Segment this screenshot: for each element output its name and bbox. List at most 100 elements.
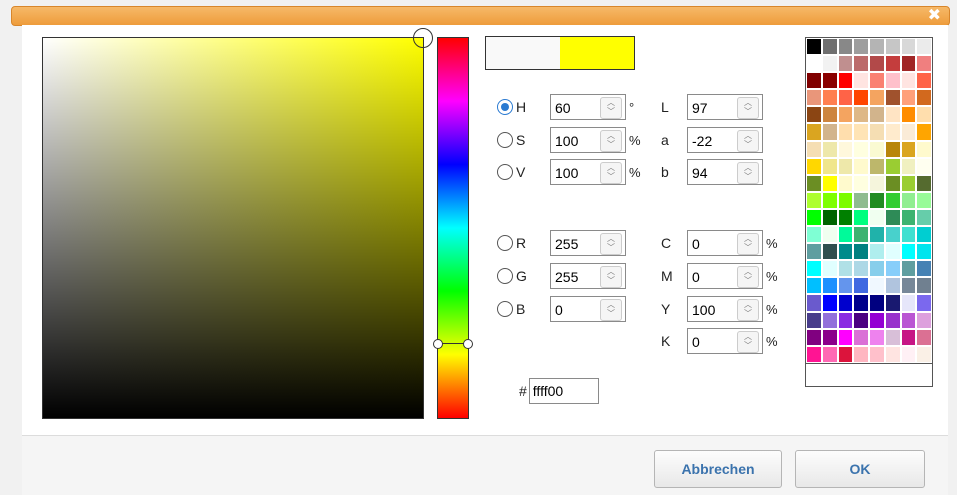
- lab-b-spinner[interactable]: ︿ ﹀: [737, 162, 759, 184]
- palette-swatch[interactable]: [916, 38, 932, 56]
- palette-swatch[interactable]: [884, 38, 901, 56]
- palette-swatch[interactable]: [806, 311, 822, 329]
- palette-swatch[interactable]: [806, 243, 822, 261]
- lab-a-input[interactable]: [688, 128, 740, 154]
- hex-input[interactable]: [528, 378, 599, 404]
- palette-swatch[interactable]: [900, 174, 917, 192]
- palette-swatch[interactable]: [821, 226, 838, 244]
- lab-l-spinner[interactable]: ︿ ﹀: [737, 97, 759, 119]
- palette-swatch[interactable]: [900, 260, 917, 278]
- palette-swatch[interactable]: [821, 140, 838, 158]
- yellow-field[interactable]: ︿﹀: [687, 296, 763, 323]
- palette-swatch[interactable]: [900, 208, 917, 227]
- palette-swatch[interactable]: [821, 191, 838, 209]
- palette-swatch[interactable]: [900, 243, 917, 261]
- palette-swatch[interactable]: [806, 174, 822, 192]
- palette-swatch[interactable]: [884, 243, 901, 261]
- palette-swatch[interactable]: [900, 140, 917, 158]
- palette-swatch[interactable]: [853, 328, 869, 346]
- palette-swatch[interactable]: [869, 38, 885, 56]
- palette-swatch[interactable]: [916, 89, 932, 107]
- palette-swatch[interactable]: [806, 38, 822, 56]
- palette-swatch[interactable]: [900, 123, 917, 141]
- palette-swatch[interactable]: [869, 123, 885, 141]
- palette-swatch[interactable]: [806, 72, 822, 90]
- palette-swatch[interactable]: [821, 89, 838, 107]
- palette-swatch[interactable]: [916, 123, 932, 141]
- palette-swatch[interactable]: [821, 106, 838, 124]
- palette-swatch[interactable]: [821, 345, 838, 363]
- palette-swatch[interactable]: [837, 243, 854, 261]
- palette-swatch[interactable]: [837, 345, 854, 363]
- blue-spinner[interactable]: ︿ ﹀: [600, 299, 622, 321]
- palette-swatch[interactable]: [916, 72, 932, 90]
- palette-swatch[interactable]: [853, 174, 869, 192]
- green-radio[interactable]: [497, 268, 513, 284]
- palette-swatch[interactable]: [853, 294, 869, 312]
- red-spinner[interactable]: ︿ ﹀: [600, 233, 622, 255]
- palette-swatch[interactable]: [821, 72, 838, 90]
- palette-swatch[interactable]: [884, 140, 901, 158]
- palette-swatch[interactable]: [837, 72, 854, 90]
- palette-swatch[interactable]: [869, 55, 885, 73]
- palette-swatch[interactable]: [806, 89, 822, 107]
- palette-swatch[interactable]: [884, 123, 901, 141]
- palette-swatch[interactable]: [806, 294, 822, 312]
- lab-a-field[interactable]: ︿﹀: [687, 127, 763, 154]
- palette-swatch[interactable]: [900, 89, 917, 107]
- palette-swatch[interactable]: [884, 157, 901, 175]
- cancel-button[interactable]: Abbrechen: [654, 450, 782, 488]
- palette-swatch[interactable]: [884, 208, 901, 227]
- palette-swatch[interactable]: [869, 208, 885, 227]
- green-input[interactable]: [551, 264, 603, 290]
- close-icon[interactable]: ✖: [928, 7, 941, 25]
- palette-swatch[interactable]: [806, 226, 822, 244]
- saturation-radio[interactable]: [497, 132, 513, 148]
- blue-radio[interactable]: [497, 301, 513, 317]
- palette-swatch[interactable]: [900, 191, 917, 209]
- palette-swatch[interactable]: [837, 328, 854, 346]
- palette-swatch[interactable]: [884, 277, 901, 295]
- palette-swatch[interactable]: [837, 55, 854, 73]
- hue-slider-handle[interactable]: [433, 339, 473, 349]
- palette-swatch[interactable]: [916, 191, 932, 209]
- palette-swatch[interactable]: [837, 260, 854, 278]
- palette-swatch[interactable]: [853, 89, 869, 107]
- palette-swatch[interactable]: [884, 191, 901, 209]
- hue-radio[interactable]: [497, 99, 513, 115]
- palette-swatch[interactable]: [821, 123, 838, 141]
- palette-swatch[interactable]: [884, 72, 901, 90]
- palette-swatch[interactable]: [900, 226, 917, 244]
- value-input[interactable]: [551, 160, 603, 186]
- palette-swatch[interactable]: [900, 345, 917, 363]
- value-field[interactable]: ︿﹀: [550, 159, 626, 186]
- palette-swatch[interactable]: [916, 55, 932, 73]
- saturation-spinner[interactable]: ︿ ﹀: [600, 130, 622, 152]
- palette-swatch[interactable]: [916, 140, 932, 158]
- saturation-value-area[interactable]: [42, 28, 433, 419]
- palette-swatch[interactable]: [916, 157, 932, 175]
- palette-swatch[interactable]: [821, 260, 838, 278]
- palette-swatch[interactable]: [900, 294, 917, 312]
- saturation-field[interactable]: ︿﹀: [550, 127, 626, 154]
- palette-swatch[interactable]: [884, 311, 901, 329]
- palette-swatch[interactable]: [806, 140, 822, 158]
- palette-swatch[interactable]: [837, 157, 854, 175]
- palette-swatch[interactable]: [900, 72, 917, 90]
- palette-swatch[interactable]: [884, 294, 901, 312]
- palette-swatch[interactable]: [869, 140, 885, 158]
- palette-swatch[interactable]: [869, 328, 885, 346]
- palette-swatch[interactable]: [837, 311, 854, 329]
- palette-swatch[interactable]: [821, 157, 838, 175]
- palette-swatch[interactable]: [821, 208, 838, 227]
- palette-swatch[interactable]: [837, 140, 854, 158]
- palette-swatch[interactable]: [853, 260, 869, 278]
- palette-swatch[interactable]: [916, 208, 932, 227]
- palette-swatch[interactable]: [900, 106, 917, 124]
- palette-swatch[interactable]: [837, 208, 854, 227]
- palette-swatch[interactable]: [869, 294, 885, 312]
- palette-swatch[interactable]: [837, 106, 854, 124]
- black-input[interactable]: [688, 329, 740, 355]
- palette-swatch[interactable]: [884, 174, 901, 192]
- blue-input[interactable]: [551, 297, 603, 323]
